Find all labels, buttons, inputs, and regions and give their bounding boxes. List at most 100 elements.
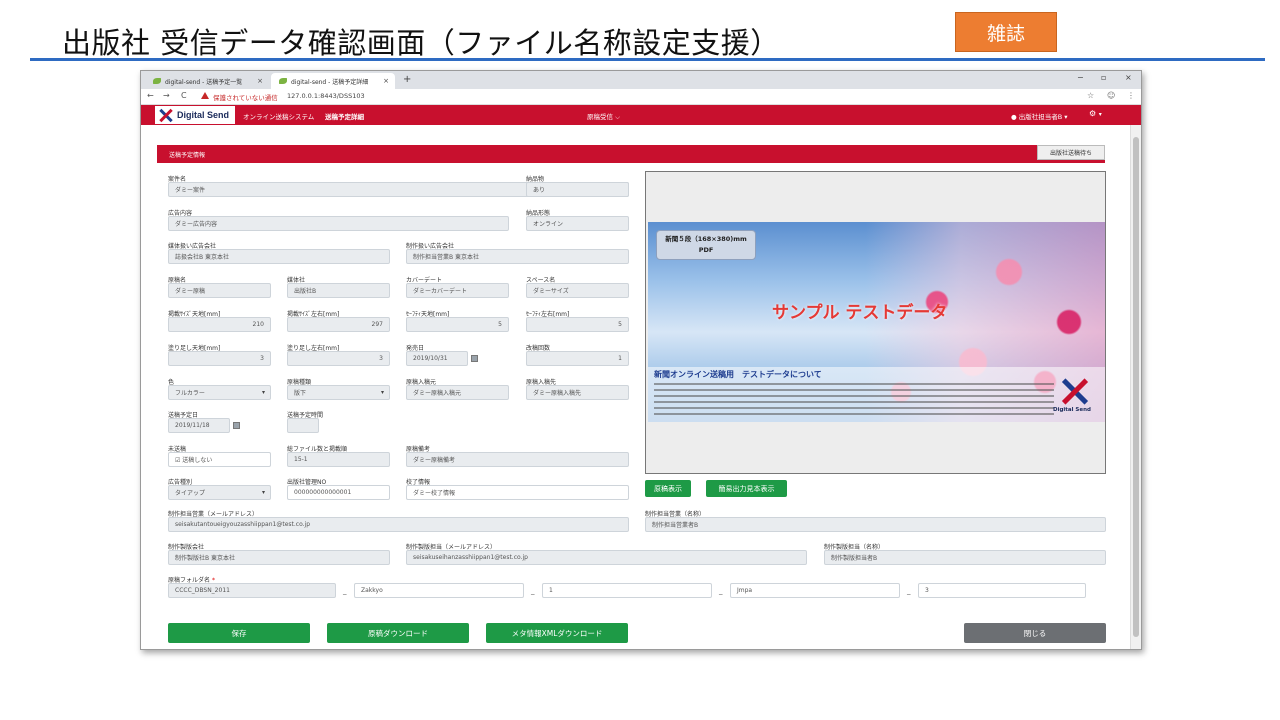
page-name: 送稿予定詳細 (325, 113, 364, 121)
caret-down-icon: ▾ (380, 389, 384, 396)
simple-proof-button[interactable]: 簡易出力見本表示 (706, 480, 787, 497)
calendar-icon[interactable] (471, 355, 478, 362)
x-logo-icon (157, 107, 175, 123)
strip-title: 新聞オンライン送稿用 テストデータについて (654, 370, 822, 379)
delivery-form-field[interactable]: オンライン (526, 216, 629, 231)
user-icon: ● (1011, 113, 1017, 121)
close-button[interactable]: 閉じる (964, 623, 1106, 643)
tab-send-schedule-list[interactable]: digital-send - 送稿予定一覧 × (145, 73, 269, 89)
separator: _ (907, 587, 911, 595)
folder-part-1[interactable]: CCCC_DBSN_2011 (168, 583, 336, 598)
scrollbar-thumb[interactable] (1133, 137, 1139, 637)
digital-send-logo[interactable]: Digital Send (155, 106, 235, 124)
browser-window: digital-send - 送稿予定一覧 × digital-send - 送… (140, 70, 1142, 650)
publisher-field[interactable]: 出版社B (287, 283, 390, 298)
scrollbar[interactable] (1130, 125, 1141, 649)
file-count-field[interactable]: 15-1 (287, 452, 390, 467)
send-date-field[interactable]: 2019/11/18 (168, 418, 230, 433)
security-warning[interactable]: 保護されていない通信 (213, 92, 278, 102)
not-sent-checkbox[interactable]: ☑ 送稿しない (168, 452, 271, 467)
proof-info-input[interactable]: ダミー校了情報 (406, 485, 629, 500)
caret-down-icon: ▾ (261, 489, 265, 496)
save-button[interactable]: 保存 (168, 623, 310, 643)
sales-email-field[interactable]: seisakutantoueigyouzasshiippan1@test.co.… (168, 517, 629, 532)
media-agency-field[interactable]: 誌扱会社B 東京本社 (168, 249, 390, 264)
manuscript-name-field[interactable]: ダミー原稿 (168, 283, 271, 298)
plate-company-field[interactable]: 制作製版社B 東京本社 (168, 550, 390, 565)
status-button[interactable]: 出版社送稿待ち (1037, 145, 1105, 160)
folder-part-4-input[interactable]: Jmpa (730, 583, 900, 598)
forward-arrow-icon[interactable]: → (163, 91, 170, 100)
close-icon[interactable]: × (257, 77, 263, 85)
page-content: 送稿予定情報 出版社送稿待ち 案件名 ダミー案件 納品物 あり 広告内容 ダミー… (141, 125, 1131, 649)
new-tab-icon[interactable]: + (403, 74, 411, 85)
print-height-field[interactable]: 210 (168, 317, 271, 332)
maximize-icon[interactable]: ▫ (1101, 73, 1106, 82)
delivery-field[interactable]: あり (526, 182, 629, 197)
download-manuscript-button[interactable]: 原稿ダウンロード (327, 623, 469, 643)
plate-name-field[interactable]: 制作製版担当者B (824, 550, 1106, 565)
body-text-lines (654, 383, 1054, 417)
calendar-icon[interactable] (233, 422, 240, 429)
safety-height-field[interactable]: 5 (406, 317, 509, 332)
window-close-icon[interactable]: × (1125, 73, 1132, 82)
manuscript-receive-menu[interactable]: 原稿受信 ⌵ (587, 111, 620, 122)
close-icon[interactable]: × (383, 77, 389, 85)
original-from-field[interactable]: ダミー原稿入稿元 (406, 385, 509, 400)
browser-menu-icon[interactable]: ⋮ (1127, 91, 1135, 100)
original-to-field[interactable]: ダミー原稿入稿先 (526, 385, 629, 400)
revision-count-field[interactable]: 1 (526, 351, 629, 366)
chevron-down-icon: ⌵ (615, 113, 621, 121)
tab-send-schedule-detail[interactable]: digital-send - 送稿予定詳細 × (271, 73, 395, 89)
user-menu[interactable]: ● 出版社担当者B ▾ (1011, 111, 1068, 121)
xml-download-button[interactable]: メタ情報XMLダウンロード (486, 623, 628, 643)
bleed-width-field[interactable]: 3 (287, 351, 390, 366)
size-badge: 新聞５段（168×380)mm PDF (656, 230, 756, 260)
bleed-height-field[interactable]: 3 (168, 351, 271, 366)
bookmark-star-icon[interactable]: ☆ (1087, 91, 1094, 100)
folder-part-5-input[interactable]: 3 (918, 583, 1086, 598)
sample-heading: サンプル テストデータ (772, 303, 948, 323)
manuscript-preview: 新聞５段（168×380)mm PDF サンプル テストデータ 新聞オンライン送… (645, 171, 1106, 474)
manuscript-type-select[interactable]: 版下 ▾ (287, 385, 390, 400)
slide-title: 出版社 受信データ確認画面（ファイル名称設定支援） (62, 26, 780, 60)
gear-icon: ⚙ (1089, 109, 1097, 118)
leaf-favicon-icon (153, 78, 161, 84)
sales-name-field[interactable]: 制作担当営業者B (645, 517, 1106, 532)
print-width-field[interactable]: 297 (287, 317, 390, 332)
manuscript-note-field[interactable]: ダミー原稿備考 (406, 452, 629, 467)
send-time-field[interactable] (287, 418, 319, 433)
digital-send-logo: Digital Send (1053, 375, 1097, 415)
leaf-favicon-icon (279, 78, 287, 84)
url-input[interactable]: 127.0.0.1:8443/DSS103 (287, 92, 365, 100)
system-name: オンライン送稿システム (243, 113, 315, 121)
settings-menu[interactable]: ⚙ ▾ (1089, 109, 1102, 118)
production-agency-field[interactable]: 制作担当営業B 東京本社 (406, 249, 629, 264)
warning-icon (201, 92, 209, 99)
ad-content-field[interactable]: ダミー広告内容 (168, 216, 509, 231)
tab-label: digital-send - 送稿予定一覧 (165, 78, 243, 86)
show-manuscript-button[interactable]: 原稿表示 (645, 480, 691, 497)
panel-header: 送稿予定情報 (157, 145, 1105, 163)
back-arrow-icon[interactable]: ← (147, 91, 154, 100)
preview-image: 新聞５段（168×380)mm PDF サンプル テストデータ 新聞オンライン送… (648, 222, 1105, 422)
separator: _ (719, 587, 723, 595)
category-badge: 雑誌 (955, 12, 1057, 52)
color-select[interactable]: フルカラー ▾ (168, 385, 271, 400)
space-name-field[interactable]: ダミーサイズ (526, 283, 629, 298)
minimize-icon[interactable]: − (1077, 73, 1084, 82)
account-icon[interactable]: ☺ (1107, 91, 1115, 100)
reload-icon[interactable]: C (181, 91, 187, 100)
caret-down-icon: ▾ (1064, 113, 1068, 121)
publisher-mgmt-no-input[interactable]: 000000000000001 (287, 485, 390, 500)
folder-part-2-input[interactable]: Zakkyo (354, 583, 524, 598)
caret-down-icon: ▾ (1098, 111, 1102, 118)
tab-label: digital-send - 送稿予定詳細 (291, 78, 369, 86)
safety-width-field[interactable]: 5 (526, 317, 629, 332)
release-date-field[interactable]: 2019/10/31 (406, 351, 468, 366)
folder-part-3-input[interactable]: 1 (542, 583, 712, 598)
ad-type-select[interactable]: タイアップ ▾ (168, 485, 271, 500)
cover-date-field[interactable]: ダミーカバーデート (406, 283, 509, 298)
caret-down-icon: ▾ (261, 389, 265, 396)
plate-email-field[interactable]: seisakuseihanzasshiippan1@test.co.jp (406, 550, 807, 565)
